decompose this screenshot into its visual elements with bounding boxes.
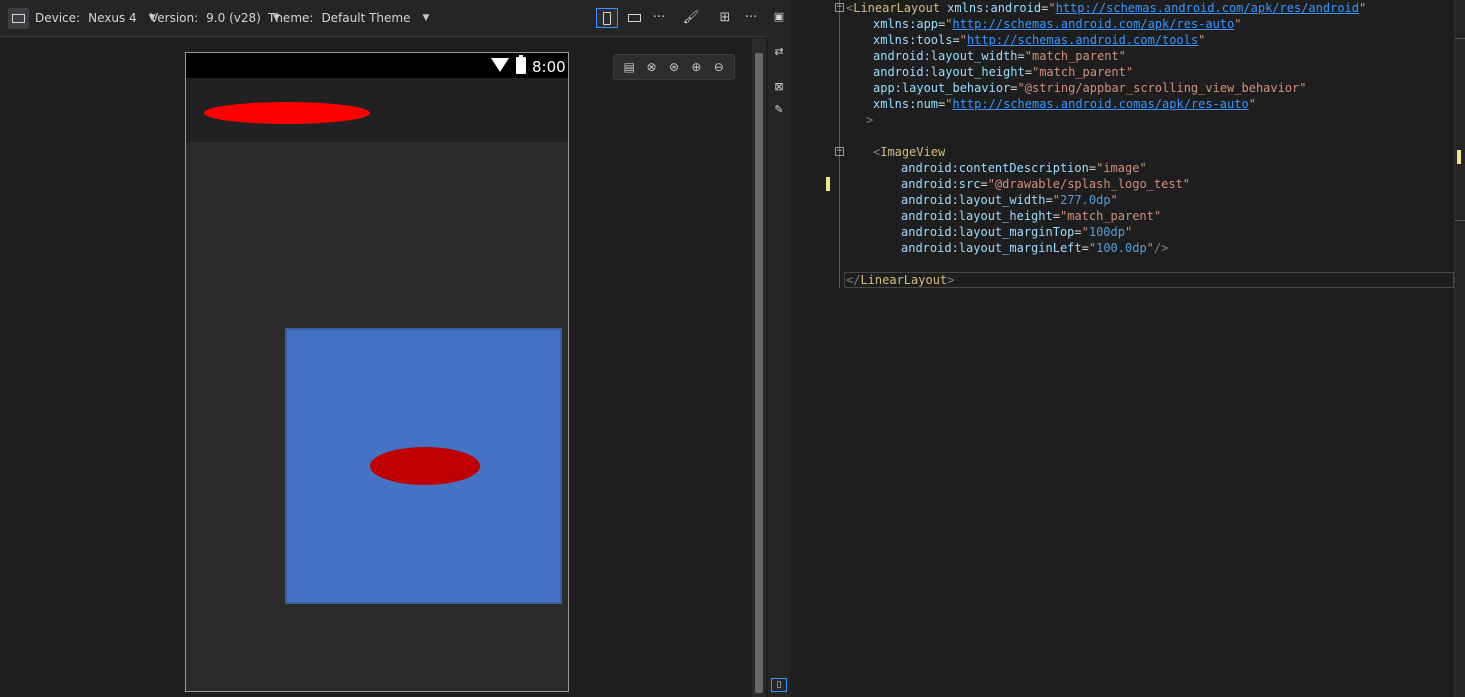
xml-code-editor[interactable]: − − <LinearLayout xmlns:android="http://… <box>806 0 1465 697</box>
wifi-icon <box>491 58 509 72</box>
code-line: android:layout_height="match_parent" <box>901 209 1162 223</box>
redacted-title <box>204 102 370 124</box>
app-bar <box>186 78 568 142</box>
scroll-marker <box>1455 220 1465 221</box>
fold-margin-line <box>839 0 840 288</box>
swap-panes-icon[interactable]: ⇄ <box>772 45 786 59</box>
pane-divider[interactable] <box>790 0 806 697</box>
theme-selector[interactable]: Theme: Default Theme ▼ <box>268 11 429 25</box>
code-line: android:layout_width="match_parent" <box>873 49 1126 63</box>
code-line: <ImageView <box>873 145 946 159</box>
layout-icon[interactable]: ▤ <box>620 58 638 76</box>
portrait-icon <box>603 12 611 25</box>
zoom-fit-icon[interactable]: ⊗ <box>643 58 661 76</box>
fold-toggle-imageview[interactable]: − <box>835 147 844 156</box>
red-ellipse <box>370 447 480 485</box>
designer-scrollbar[interactable] <box>752 38 766 697</box>
status-clock: 8:00 <box>532 58 566 76</box>
chevron-down-icon: ▼ <box>422 13 430 23</box>
more-options-button-2[interactable]: ··· <box>740 8 762 28</box>
design-surface-icon[interactable] <box>8 8 29 29</box>
landscape-orientation-button[interactable] <box>623 8 645 28</box>
split-view-icon[interactable]: ▯ <box>771 678 787 692</box>
code-line: </LinearLayout> <box>846 273 955 287</box>
source-view-icon[interactable]: ⊠ <box>772 80 786 94</box>
device-selector[interactable]: Device: Nexus 4 ▼ <box>35 11 156 25</box>
ide-window: Device: Nexus 4 ▼ Version: 9.0 (v28) ▼ T… <box>0 0 1465 697</box>
change-marker <box>826 177 830 191</box>
code-line: <LinearLayout xmlns:android="http://sche… <box>846 1 1367 15</box>
code-line: app:layout_behavior="@string/appbar_scro… <box>873 81 1307 95</box>
code-line: android:layout_width="277.0dp" <box>901 193 1118 207</box>
split-toolstrip: ▣ ⇄ ⊠ ✎ ▯ <box>768 0 790 697</box>
zoom-in-icon[interactable]: ⊕ <box>687 58 705 76</box>
change-marker-overview <box>1457 150 1461 164</box>
code-line: android:contentDescription="image" <box>901 161 1147 175</box>
code-line: android:layout_marginTop="100dp" <box>901 225 1133 239</box>
designer-toolbar: Device: Nexus 4 ▼ Version: 9.0 (v28) ▼ T… <box>0 0 768 37</box>
scroll-marker <box>1455 38 1465 39</box>
editor-scrollbar[interactable] <box>1454 0 1465 697</box>
code-line: > <box>866 113 874 127</box>
landscape-icon <box>627 13 641 22</box>
phone-preview: 8:00 <box>185 52 569 692</box>
grid-icon[interactable]: ⊞ <box>714 8 736 28</box>
code-line: android:layout_marginLeft="100.0dp"/> <box>901 241 1169 255</box>
brush-icon[interactable]: 🖌 <box>680 8 702 28</box>
layout-designer: Device: Nexus 4 ▼ Version: 9.0 (v28) ▼ T… <box>0 0 768 697</box>
edit-pane-icon[interactable]: ✎ <box>772 103 786 117</box>
code-line: xmlns:num="http://schemas.android.comas/… <box>873 97 1256 111</box>
more-options-button[interactable]: ··· <box>648 8 670 28</box>
design-view-icon[interactable]: ▣ <box>772 10 786 24</box>
battery-icon <box>516 55 526 74</box>
fold-toggle-linearlayout[interactable]: − <box>835 3 844 12</box>
zoom-out-icon[interactable]: ⊖ <box>710 58 728 76</box>
code-line: android:src="@drawable/splash_logo_test" <box>901 177 1191 191</box>
scrollbar-thumb[interactable] <box>755 53 763 693</box>
zoom-actual-icon[interactable]: ⊛ <box>665 58 683 76</box>
version-selector[interactable]: Version: 9.0 (v28) ▼ <box>150 11 280 25</box>
code-line: xmlns:app="http://schemas.android.com/ap… <box>873 17 1242 31</box>
status-bar: 8:00 <box>186 53 568 78</box>
code-line: android:layout_height="match_parent" <box>873 65 1134 79</box>
portrait-orientation-button[interactable] <box>596 8 618 28</box>
zoom-toolbar: ▤ ⊗ ⊛ ⊕ ⊖ <box>613 54 735 80</box>
image-view[interactable] <box>285 328 562 604</box>
code-line: xmlns:tools="http://schemas.android.com/… <box>873 33 1206 47</box>
